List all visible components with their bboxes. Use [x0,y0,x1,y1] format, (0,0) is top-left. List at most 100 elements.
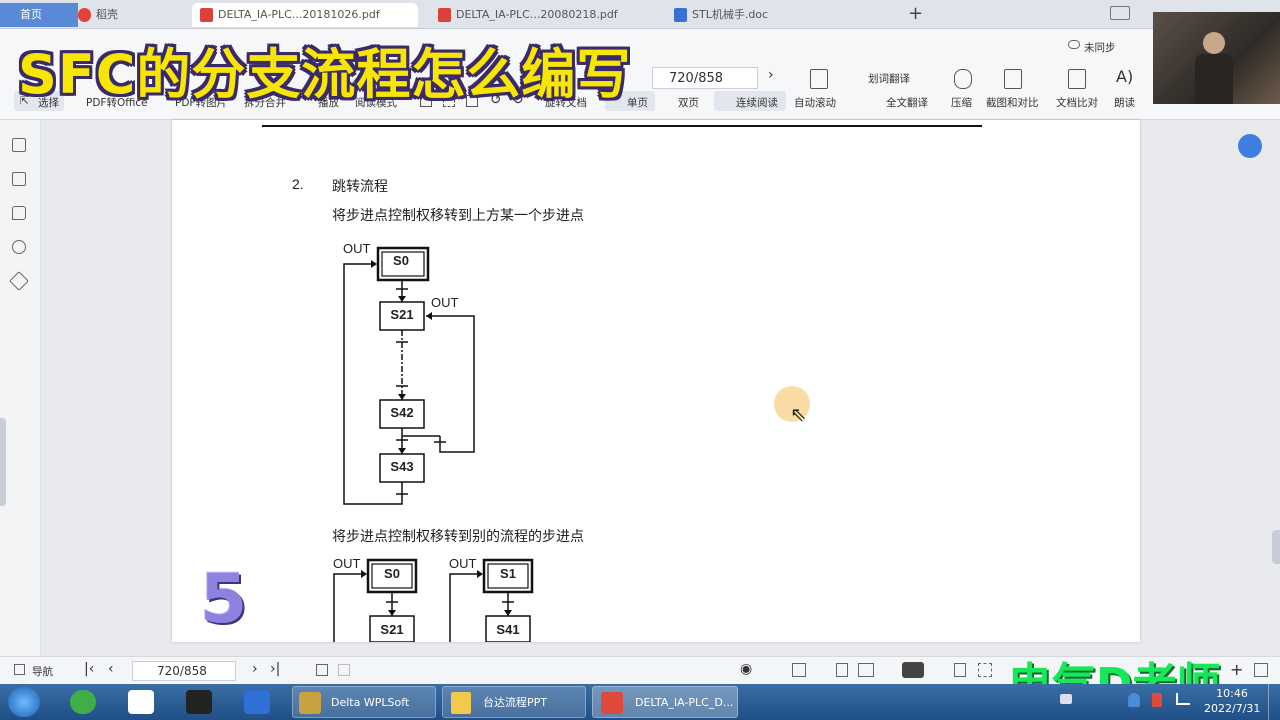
eye-protect-icon[interactable]: ◉ [740,661,752,677]
security-tray-icon[interactable] [1128,693,1140,707]
network-tray-icon[interactable] [1176,693,1190,705]
wps-icon [601,692,623,714]
fit-icon[interactable] [954,663,966,677]
tab-doc-label: STL机械手.doc [692,8,769,21]
left-side-panel [0,120,41,660]
tab-docer-label: 稻壳 [96,8,118,21]
compress-icon[interactable] [954,69,972,89]
tab-stl-doc[interactable]: STL机械手.doc [666,3,892,27]
tab-pdf2-label: DELTA_IA-PLC...20080218.pdf [456,8,618,21]
step-label-s21: S21 [390,307,414,322]
step-label-2-s21: S21 [380,622,404,637]
word-icon [674,8,687,22]
assistant-float-icon[interactable] [1238,134,1262,158]
system-clock[interactable]: 10:46 2022/7/31 [1204,686,1260,716]
read-aloud-icon[interactable]: A) [1116,67,1133,86]
zoom-in-icon[interactable]: + [1230,660,1243,679]
next-page-icon[interactable]: › [252,661,258,677]
show-desktop-button[interactable] [1268,684,1280,720]
page-number-text: 720/858 [669,71,724,86]
comment-icon[interactable] [12,206,26,220]
attachment-icon[interactable] [12,240,26,254]
pdf-page: 2. 跳转流程 将步进点控制权移转到上方某一个步进点 将步进点控制权移转到别的流… [172,120,1140,642]
window-list-icon[interactable] [1110,6,1130,20]
step-label-s43: S43 [390,459,414,474]
section-number: 2. [292,176,304,192]
pdf-icon [200,8,213,22]
out-label-s21: OUT [431,295,459,310]
out-label-2a: OUT [333,556,361,571]
app-tray-icon[interactable] [1152,693,1162,707]
tab-pdf-20080218[interactable]: DELTA_IA-PLC...20080218.pdf [430,3,656,27]
taskbar-wplsoft-label: Delta WPLSoft [331,696,410,709]
signature-icon[interactable] [9,271,29,291]
step-label-2-s41: S41 [496,622,520,637]
tab-docer[interactable]: 稻壳 [70,3,196,27]
right-handle[interactable] [1272,530,1280,564]
browser-icon[interactable] [70,690,96,714]
bookmark-icon[interactable] [12,138,26,152]
taskbar-wplsoft[interactable]: Delta WPLSoft [292,686,436,718]
taskbar-wps-label: DELTA_IA-PLC_D... [635,696,734,709]
double-page-button[interactable]: 双页 [678,95,699,110]
forward-icon[interactable] [338,664,350,676]
taskbar-wps-pdf[interactable]: DELTA_IA-PLC_D... [592,686,738,718]
continuous-read-button[interactable]: 连续阅读 [736,95,778,110]
step-label-2-s0: S0 [384,566,400,581]
section-title: 跳转流程 [332,179,388,195]
clock-time: 10:46 [1216,687,1248,700]
keyboard-tray-icon[interactable] [1060,694,1072,704]
compress-button[interactable]: 压缩 [951,95,972,110]
back-icon[interactable] [316,664,328,676]
thumbnail-icon[interactable] [12,172,26,186]
status-page-input[interactable]: 720/858 [132,661,236,681]
sync-status[interactable]: 未同步 [1084,40,1116,55]
single-page-icon[interactable] [836,663,848,677]
screenshot-compare-icon[interactable] [1004,69,1022,89]
tab-home[interactable]: 首页 [0,3,78,27]
new-tab-button[interactable]: + [908,3,923,24]
read-aloud-button[interactable]: 朗读 [1114,95,1135,110]
scroll-mode-icon[interactable] [792,663,806,677]
webcam-video [1153,12,1280,104]
auto-scroll-icon[interactable] [810,69,828,89]
nav-panel-icon[interactable] [14,664,25,675]
first-page-icon[interactable]: |‹ [84,661,94,677]
baidu-netdisk-icon[interactable] [128,690,154,714]
prev-page-icon[interactable]: ‹ [108,661,114,677]
windows-taskbar: Delta WPLSoft 台达流程PPT DELTA_IA-PLC_D... … [0,684,1280,720]
last-page-icon[interactable]: ›| [270,661,280,677]
messenger-icon[interactable] [244,690,270,714]
double-page-icon[interactable] [858,663,874,677]
start-button-icon[interactable] [8,687,40,717]
fullscreen-icon[interactable] [978,663,992,677]
taskbar-folder-label: 台达流程PPT [483,696,547,709]
description-2: 将步进点控制权移转到别的流程的步进点 [332,529,584,545]
expand-icon[interactable] [1254,663,1268,677]
tab-pdf-20181026[interactable]: DELTA_IA-PLC...20181026.pdf [192,3,418,27]
screenshot-compare-button[interactable]: 截图和对比 [986,95,1039,110]
next-page-arrow-icon[interactable]: › [768,67,774,83]
page-number-input[interactable]: 720/858 [652,67,758,89]
side-panel-handle[interactable] [0,418,6,506]
tab-home-label: 首页 [20,8,42,21]
description-1: 将步进点控制权移转到上方某一个步进点 [332,208,584,224]
out-label-2b: OUT [449,556,477,571]
auto-scroll-button[interactable]: 自动滚动 [794,95,836,110]
header-rule [262,125,982,127]
step-label-2-s1: S1 [500,566,516,581]
word-translate-button[interactable]: 划词翻译 [868,71,910,86]
folder-icon [451,692,471,714]
mouse-cursor-icon: ⇖ [790,402,807,426]
presenter-body [1195,54,1233,104]
cloud-icon [1068,40,1080,49]
video-overlay-title: SFC的分支流程怎么编写 [18,43,632,106]
taskbar-folder[interactable]: 台达流程PPT [442,686,586,718]
ev-recorder-icon[interactable] [186,690,212,714]
doc-compare-button[interactable]: 文档比对 [1056,95,1098,110]
doc-compare-icon[interactable] [1068,69,1086,89]
nav-button[interactable]: 导航 [32,664,53,679]
step-label-s42: S42 [390,405,414,420]
full-translate-button[interactable]: 全文翻译 [886,95,928,110]
play-slideshow-icon[interactable] [902,662,924,678]
